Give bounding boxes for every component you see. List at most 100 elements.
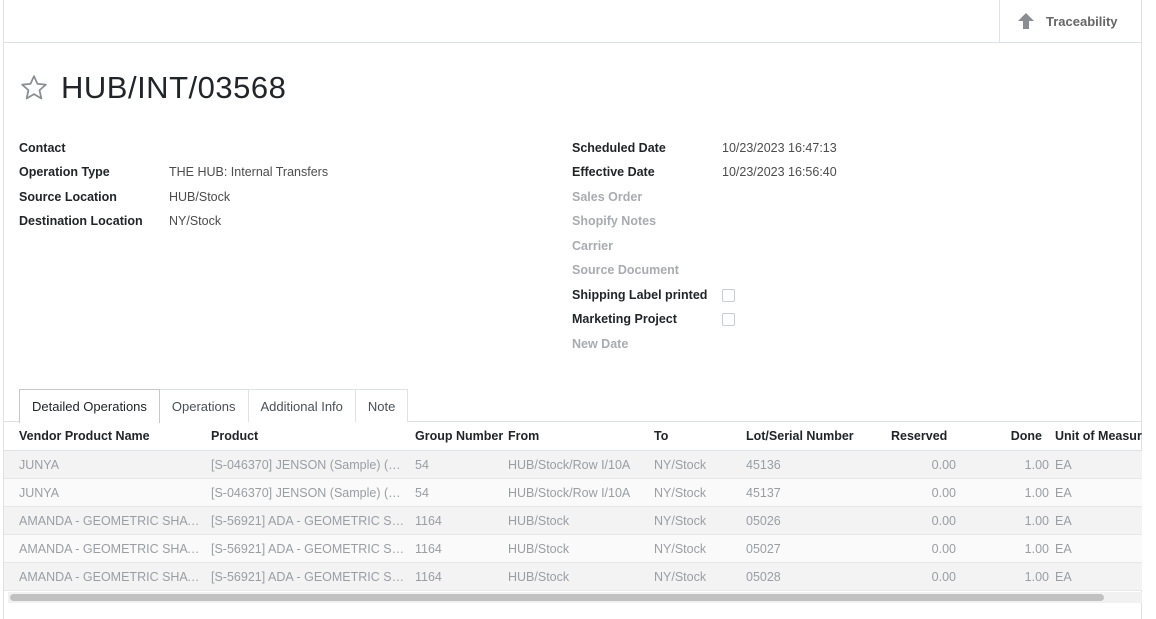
title-row: HUB/INT/03568 [19, 70, 286, 106]
cell-vendor-product-name: AMANDA - GEOMETRIC SHAV… [19, 514, 204, 528]
cell-done: 1.00 [1024, 570, 1049, 584]
cell-unit-of-measure: EA [1055, 458, 1072, 472]
source-location-value[interactable]: HUB/Stock [169, 190, 230, 204]
cell-from: HUB/Stock [508, 542, 570, 556]
cell-vendor-product-name: JUNYA [19, 458, 60, 472]
col-lot-serial-number[interactable]: Lot/Serial Number [746, 422, 876, 451]
contact-label: Contact [19, 141, 66, 155]
cell-reserved: 0.00 [931, 486, 956, 500]
cell-product: [S-046370] JENSON (Sample) (P… [211, 458, 407, 472]
move-lines-table: Vendor Product Name Product Group Number… [4, 422, 1142, 591]
cell-done: 1.00 [1024, 542, 1049, 556]
table-row[interactable]: AMANDA - GEOMETRIC SHAV… [S-56921] ADA -… [4, 535, 1142, 563]
cell-unit-of-measure: EA [1055, 486, 1072, 500]
cell-reserved: 0.00 [931, 458, 956, 472]
cell-product: [S-56921] ADA - GEOMETRIC SH… [211, 514, 407, 528]
table-row[interactable]: JUNYA [S-046370] JENSON (Sample) (P… 54 … [4, 451, 1142, 479]
tab-detailed-operations[interactable]: Detailed Operations [19, 389, 160, 423]
cell-reserved: 0.00 [931, 542, 956, 556]
source-document-label: Source Document [572, 263, 679, 277]
cell-unit-of-measure: EA [1055, 570, 1072, 584]
table-header: Vendor Product Name Product Group Number… [4, 422, 1142, 451]
cell-group-number: 1164 [415, 542, 442, 556]
cell-done: 1.00 [1024, 486, 1049, 500]
contact-field: Contact [19, 141, 66, 155]
cell-group-number: 1164 [415, 570, 442, 584]
cell-to: NY/Stock [654, 514, 707, 528]
marketing-project-label: Marketing Project [572, 312, 677, 326]
carrier-label-wrap: Carrier [572, 239, 613, 253]
col-reserved[interactable]: Reserved [891, 422, 963, 451]
col-unit-of-measure[interactable]: Unit of Measure [1055, 422, 1142, 451]
new-date-label-wrap: New Date [572, 337, 628, 351]
cell-from: HUB/Stock [508, 514, 570, 528]
sales-order-label: Sales Order [572, 190, 643, 204]
destination-location-value[interactable]: NY/Stock [169, 214, 221, 228]
marketing-project-label-wrap: Marketing Project [572, 312, 677, 326]
arrow-up-icon [1018, 13, 1034, 29]
shipping-label-printed-checkbox[interactable] [722, 289, 735, 302]
cell-vendor-product-name: AMANDA - GEOMETRIC SHAV… [19, 542, 204, 556]
cell-done: 1.00 [1024, 458, 1049, 472]
cell-product: [S-046370] JENSON (Sample) (P… [211, 486, 407, 500]
cell-reserved: 0.00 [931, 514, 956, 528]
scrollbar-thumb[interactable] [10, 594, 1104, 601]
operation-type-label-wrap: Operation Type [19, 165, 110, 179]
cell-reserved: 0.00 [931, 570, 956, 584]
col-done[interactable]: Done [984, 422, 1042, 451]
col-group-number[interactable]: Group Number [415, 422, 505, 451]
col-to[interactable]: To [654, 422, 744, 451]
col-from[interactable]: From [508, 422, 648, 451]
tab-additional-info[interactable]: Additional Info [247, 389, 356, 422]
effective-date-label: Effective Date [572, 165, 655, 179]
cell-lot-serial-number: 45136 [746, 458, 781, 472]
sales-order-label-wrap: Sales Order [572, 190, 642, 204]
operation-type-value[interactable]: THE HUB: Internal Transfers [169, 165, 328, 179]
destination-location-label: Destination Location [19, 214, 143, 228]
shopify-notes-label: Shopify Notes [572, 214, 657, 228]
cell-product: [S-56921] ADA - GEOMETRIC SH… [211, 570, 407, 584]
effective-date-value[interactable]: 10/23/2023 16:56:40 [722, 165, 837, 179]
cell-group-number: 1164 [415, 514, 442, 528]
notebook-tabs: Detailed Operations Operations Additiona… [19, 389, 409, 423]
destination-location-label-wrap: Destination Location [19, 214, 143, 228]
horizontal-scrollbar[interactable] [8, 592, 1142, 603]
cell-to: NY/Stock [654, 570, 707, 584]
traceability-label: Traceability [1046, 13, 1118, 29]
cell-from: HUB/Stock/Row I/10A [508, 486, 631, 500]
cell-to: NY/Stock [654, 486, 707, 500]
scheduled-date-label-wrap: Scheduled Date [572, 141, 666, 155]
source-location-label: Source Location [19, 190, 117, 204]
cell-lot-serial-number: 05026 [746, 514, 781, 528]
effective-date-label-wrap: Effective Date [572, 165, 655, 179]
cell-to: NY/Stock [654, 542, 707, 556]
scheduled-date-label: Scheduled Date [572, 141, 666, 155]
cell-unit-of-measure: EA [1055, 542, 1072, 556]
source-location-label-wrap: Source Location [19, 190, 117, 204]
col-vendor-product-name[interactable]: Vendor Product Name [19, 422, 204, 451]
table-row[interactable]: AMANDA - GEOMETRIC SHAV… [S-56921] ADA -… [4, 507, 1142, 535]
cell-lot-serial-number: 45137 [746, 486, 781, 500]
cell-lot-serial-number: 05028 [746, 570, 781, 584]
table-row[interactable]: AMANDA - GEOMETRIC SHAV… [S-56921] ADA -… [4, 563, 1142, 591]
star-outline-icon[interactable] [19, 73, 49, 103]
form-sheet: Traceability HUB/INT/03568 Contact Opera… [3, 0, 1142, 619]
scheduled-date-value[interactable]: 10/23/2023 16:47:13 [722, 141, 837, 155]
button-box: Traceability [4, 0, 1142, 43]
col-product[interactable]: Product [211, 422, 407, 451]
cell-group-number: 54 [415, 458, 429, 472]
cell-product: [S-56921] ADA - GEOMETRIC SH… [211, 542, 407, 556]
cell-lot-serial-number: 05027 [746, 542, 781, 556]
cell-to: NY/Stock [654, 458, 707, 472]
shipping-label-printed-label-wrap: Shipping Label printed [572, 288, 707, 302]
traceability-button[interactable]: Traceability [999, 0, 1142, 42]
cell-done: 1.00 [1024, 514, 1049, 528]
marketing-project-checkbox[interactable] [722, 313, 735, 326]
table-row[interactable]: JUNYA [S-046370] JENSON (Sample) (P… 54 … [4, 479, 1142, 507]
tab-note[interactable]: Note [354, 389, 409, 422]
tab-operations[interactable]: Operations [158, 389, 249, 422]
cell-group-number: 54 [415, 486, 429, 500]
page-title: HUB/INT/03568 [61, 70, 287, 105]
source-document-label-wrap: Source Document [572, 263, 679, 277]
cell-from: HUB/Stock/Row I/10A [508, 458, 631, 472]
